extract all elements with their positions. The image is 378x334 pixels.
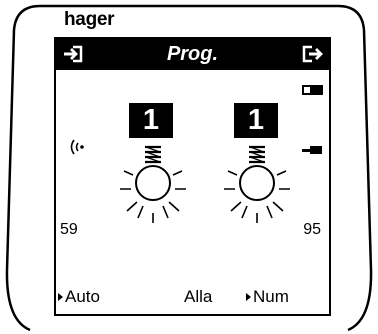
auto-option[interactable]: Auto — [58, 287, 100, 307]
display-screen: Prog. 1 1 59 95 Auto Alla Num — [54, 37, 331, 316]
radio-signal-icon — [70, 139, 84, 155]
left-value: 59 — [60, 221, 78, 238]
light-bulb-icon — [224, 145, 290, 223]
right-value: 95 — [303, 221, 321, 238]
alla-option[interactable]: Alla — [184, 287, 212, 307]
auto-label: Auto — [65, 287, 100, 306]
channel-2-value[interactable]: 1 — [234, 103, 278, 138]
title-bar: Prog. — [56, 39, 329, 70]
exit-arrow-icon[interactable] — [301, 44, 323, 64]
light-bulb-icon — [120, 145, 186, 223]
pointer-arrow-icon — [58, 293, 63, 301]
num-option[interactable]: Num — [246, 287, 289, 307]
battery-icon — [302, 85, 323, 95]
brand-logo: hager — [64, 9, 115, 30]
num-label: Num — [253, 287, 289, 306]
pointer-arrow-icon — [246, 293, 251, 301]
screen-title: Prog. — [166, 43, 219, 65]
level-bar-icon — [302, 146, 322, 154]
channel-1-value[interactable]: 1 — [129, 103, 173, 138]
